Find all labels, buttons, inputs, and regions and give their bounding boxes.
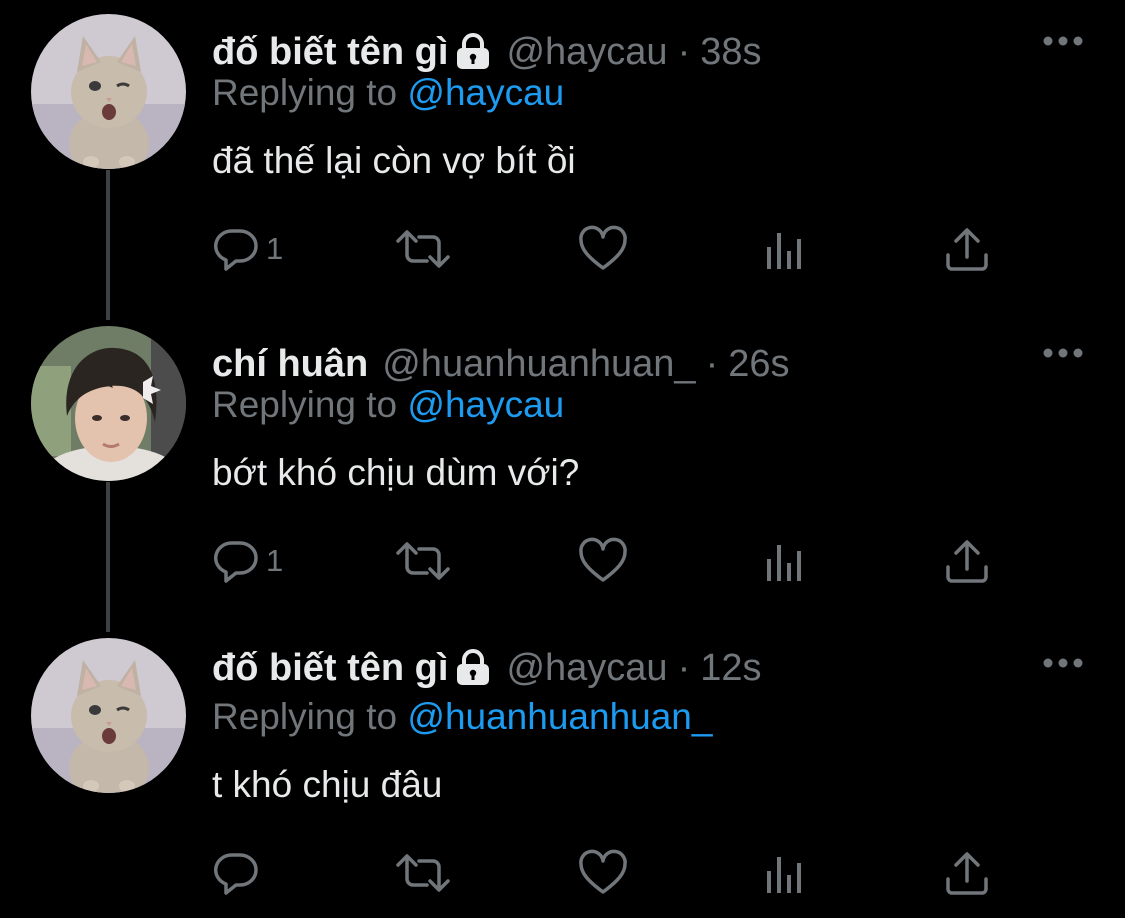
user-handle[interactable]: @huanhuanhuan_ — [382, 345, 695, 383]
tweet[interactable]: chí huân @huanhuanhuan_ · 26s Replying t… — [0, 326, 1125, 616]
share-icon — [944, 849, 990, 897]
tweet-text: t khó chịu đâu — [212, 764, 443, 805]
replying-to-line: Replying to @haycau — [212, 386, 564, 423]
more-options-icon[interactable] — [1040, 655, 1086, 671]
tweet[interactable]: đố biết tên gì @haycau · 12s Replying to… — [0, 638, 1125, 918]
analytics-icon — [765, 537, 805, 585]
analytics-button[interactable] — [765, 536, 805, 586]
replying-to-mention[interactable]: @haycau — [407, 72, 564, 113]
reply-button[interactable]: 1 — [212, 536, 283, 586]
display-name[interactable]: đố biết tên gì — [212, 649, 448, 687]
replying-to-line: Replying to @haycau — [212, 74, 564, 111]
replying-to-line: Replying to @huanhuanhuan_ — [212, 698, 712, 735]
lock-icon — [454, 649, 492, 687]
share-button[interactable] — [944, 224, 990, 274]
reply-button[interactable]: 1 — [212, 224, 283, 274]
tweet-header: đố biết tên gì @haycau · 12s — [212, 638, 762, 698]
share-icon — [944, 225, 990, 273]
user-handle[interactable]: @haycau — [506, 649, 667, 687]
more-options-icon[interactable] — [1040, 345, 1086, 361]
kitten-avatar-image — [31, 638, 186, 793]
tweet-text: đã thế lại còn vợ bít ồi — [212, 140, 576, 181]
person-avatar-image — [31, 326, 186, 481]
analytics-button[interactable] — [765, 848, 805, 898]
heart-icon — [578, 537, 628, 585]
replying-to-mention[interactable]: @huanhuanhuan_ — [407, 696, 712, 737]
more-options-icon[interactable] — [1040, 33, 1086, 49]
reply-button[interactable] — [212, 848, 266, 898]
avatar[interactable] — [31, 638, 186, 793]
retweet-button[interactable] — [394, 224, 452, 274]
tweet-actions — [212, 848, 1012, 898]
replying-to-mention[interactable]: @haycau — [407, 384, 564, 425]
heart-icon — [578, 849, 628, 897]
kitten-avatar-image — [31, 14, 186, 169]
display-name[interactable]: chí huân — [212, 345, 368, 383]
replying-to-prefix: Replying to — [212, 384, 398, 425]
retweet-icon — [394, 225, 452, 273]
timestamp[interactable]: 12s — [700, 649, 761, 687]
retweet-icon — [394, 537, 452, 585]
replying-to-prefix: Replying to — [212, 696, 398, 737]
retweet-icon — [394, 849, 452, 897]
like-button[interactable] — [578, 536, 628, 586]
avatar[interactable] — [31, 326, 186, 481]
user-handle[interactable]: @haycau — [506, 33, 667, 71]
separator-dot: · — [705, 343, 719, 385]
share-button[interactable] — [944, 848, 990, 898]
heart-icon — [578, 225, 628, 273]
retweet-button[interactable] — [394, 848, 452, 898]
lock-icon — [454, 33, 492, 71]
replying-to-prefix: Replying to — [212, 72, 398, 113]
like-button[interactable] — [578, 224, 628, 274]
like-button[interactable] — [578, 848, 628, 898]
timestamp[interactable]: 38s — [700, 33, 761, 71]
analytics-button[interactable] — [765, 224, 805, 274]
reply-count: 1 — [266, 231, 284, 266]
tweet-actions: 1 — [212, 224, 1012, 274]
tweet-text: bớt khó chịu dùm với? — [212, 452, 580, 493]
reply-icon — [212, 537, 260, 585]
avatar[interactable] — [31, 14, 186, 169]
timestamp[interactable]: 26s — [728, 345, 789, 383]
tweet[interactable]: đố biết tên gì @haycau · 38s Replying to… — [0, 14, 1125, 304]
share-button[interactable] — [944, 536, 990, 586]
analytics-icon — [765, 225, 805, 273]
reply-count: 1 — [266, 543, 284, 578]
tweet-actions: 1 — [212, 536, 1012, 586]
display-name[interactable]: đố biết tên gì — [212, 33, 448, 71]
separator-dot: · — [677, 31, 691, 73]
separator-dot: · — [677, 647, 691, 689]
reply-icon — [212, 225, 260, 273]
analytics-icon — [765, 849, 805, 897]
share-icon — [944, 537, 990, 585]
retweet-button[interactable] — [394, 536, 452, 586]
reply-icon — [212, 849, 260, 897]
